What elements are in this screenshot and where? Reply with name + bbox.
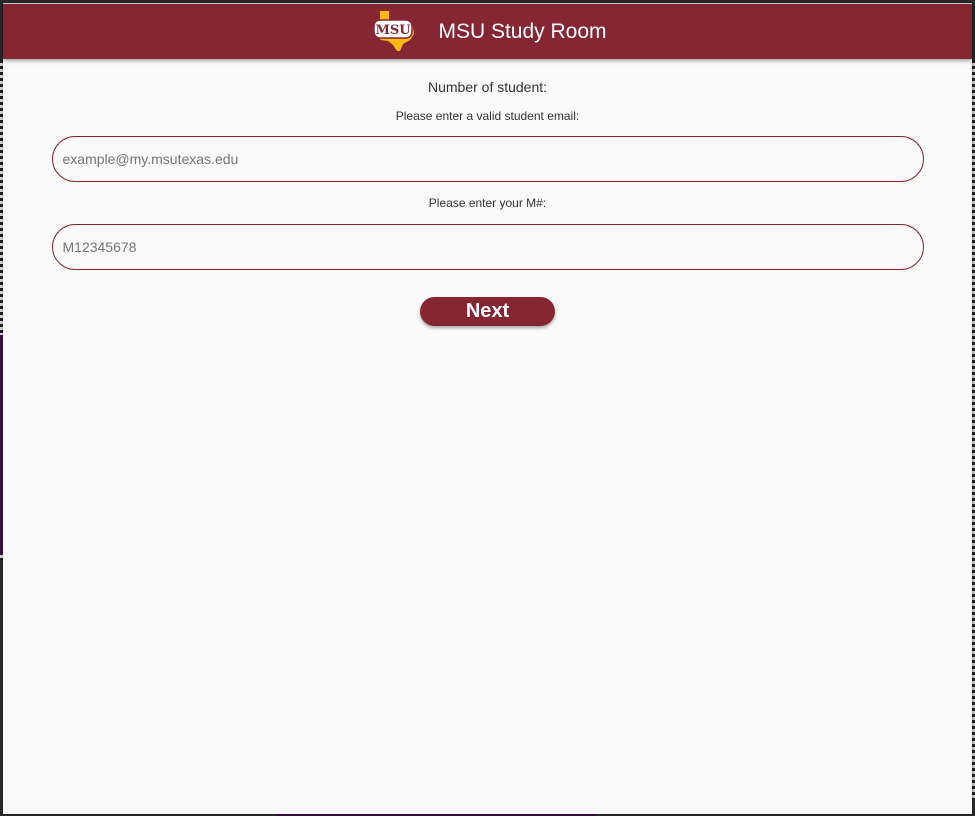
student-count-label: Number of student: [427, 79, 548, 95]
student-form: Number of student: Please enter a valid … [3, 59, 972, 326]
msu-logo: MSU [373, 10, 415, 51]
msu-logo-text: MSU [376, 23, 412, 38]
m-number-input[interactable] [51, 224, 924, 270]
app-title: MSU Study Room [438, 19, 607, 43]
app-window: MSU MSU Study Room Number of student: Pl… [3, 3, 972, 814]
app-bar: MSU MSU Study Room [3, 4, 972, 59]
email-input[interactable] [51, 136, 924, 182]
next-button[interactable]: Next [420, 297, 555, 326]
m-number-label: Please enter your M#: [428, 196, 547, 210]
email-label: Please enter a valid student email: [395, 109, 580, 123]
